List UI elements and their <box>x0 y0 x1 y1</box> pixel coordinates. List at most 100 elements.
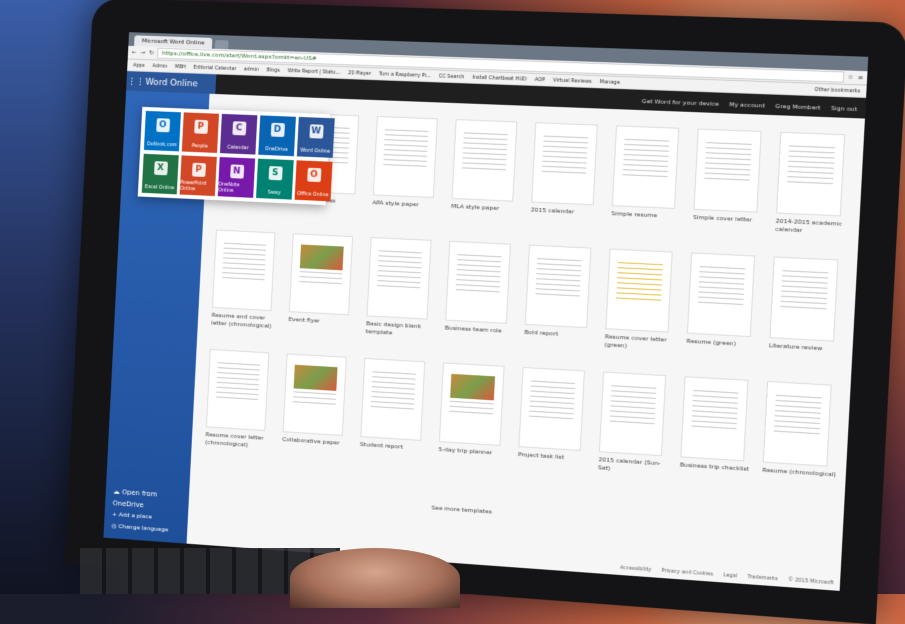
bookmark-item[interactable]: Editorial Calendar <box>193 64 236 71</box>
app-label: PowerPoint Online <box>179 179 207 192</box>
template-name: Resume and cover letter (chronological) <box>211 311 272 330</box>
forward-icon[interactable]: → <box>140 49 145 56</box>
screen: Microsoft Word Online ← → ↻ https://offi… <box>103 32 869 591</box>
bookmark-item[interactable]: admin <box>244 66 259 72</box>
template-card[interactable]: Bold report <box>524 244 602 349</box>
template-thumbnail <box>212 229 276 312</box>
template-card[interactable]: Resume and cover letter (chronological) <box>211 229 285 332</box>
app-tile[interactable]: O Office Online <box>294 159 333 201</box>
app-launcher-panel: O Outlook.com P People C Calendar D OneDrive W Wo… <box>137 106 335 206</box>
app-tile[interactable]: O Outlook.com <box>143 110 181 152</box>
footer-link[interactable]: Trademarks <box>747 574 778 582</box>
template-thumbnail <box>288 233 354 316</box>
footer-link[interactable]: Accessibility <box>620 565 652 573</box>
bookmark-item[interactable]: 20 Player <box>348 70 371 77</box>
app-tile[interactable]: N OneNote Online <box>217 156 256 198</box>
template-card[interactable]: Literature review <box>768 256 849 362</box>
footer-link[interactable]: © 2015 Microsoft <box>788 577 834 586</box>
template-thumbnail <box>693 128 762 213</box>
template-thumbnail <box>445 240 511 324</box>
get-word-link[interactable]: Get Word for your device <box>642 97 719 107</box>
template-thumbnail <box>360 357 426 441</box>
template-name: Resume (green) <box>686 337 737 348</box>
app-tile[interactable]: P PowerPoint Online <box>179 154 217 196</box>
app-icon: N <box>229 163 244 179</box>
template-name: APA style paper <box>372 199 419 209</box>
bookmark-item[interactable]: CC Search <box>439 73 465 80</box>
template-card[interactable]: Simple cover letter <box>692 128 772 234</box>
template-card[interactable]: Event flyer <box>288 233 363 335</box>
bookmark-item[interactable]: Turn a Raspberry Pi... <box>379 71 431 79</box>
app-tile[interactable]: X Excel Online <box>141 153 179 194</box>
see-more-templates[interactable]: See more templates <box>431 504 492 515</box>
template-thumbnail <box>205 348 270 432</box>
template-card[interactable]: Project task list <box>517 366 595 472</box>
template-thumbnail <box>518 366 585 452</box>
user-name[interactable]: Greg Mombert <box>775 102 821 111</box>
template-name: Student report <box>359 441 404 451</box>
other-bookmarks[interactable]: Other bookmarks <box>814 86 860 94</box>
template-thumbnail <box>438 362 505 446</box>
app-tile[interactable]: S Sway <box>256 158 294 200</box>
template-card[interactable]: Student report <box>359 357 435 462</box>
bookmark-item[interactable]: Apps <box>133 62 145 68</box>
template-thumbnail <box>524 244 592 329</box>
bookmark-item[interactable]: Virtual Reviews <box>553 77 592 84</box>
template-card[interactable]: Resume (chronological) <box>762 380 843 488</box>
template-card[interactable]: APA style paper <box>372 116 448 218</box>
app-tile[interactable]: W Word Online <box>296 116 335 158</box>
template-card[interactable]: MLA style paper <box>450 119 527 222</box>
app-label: Office Online <box>297 190 329 198</box>
footer-link[interactable]: Privacy and Cookies <box>661 568 713 578</box>
new-tab-button[interactable] <box>214 39 229 50</box>
app-label: Sway <box>267 189 281 196</box>
template-card[interactable]: Basic design blank template <box>365 236 442 340</box>
template-card[interactable]: 5-day trip planner <box>438 362 515 466</box>
template-thumbnail <box>611 125 680 209</box>
menu-icon[interactable]: ≡ <box>857 74 863 81</box>
app-launcher-icon[interactable]: ⋮⋮ <box>126 77 145 87</box>
app-label: Outlook.com <box>146 141 177 149</box>
template-thumbnail <box>680 376 749 462</box>
bookmark-item[interactable]: Write Report | Statu... <box>287 68 340 76</box>
footer-link[interactable]: Legal <box>723 572 737 579</box>
template-card[interactable]: Resume (green) <box>686 252 766 358</box>
app-tile[interactable]: D OneDrive <box>258 115 296 157</box>
app-tile[interactable]: P People <box>181 112 220 153</box>
template-name: 2015 calendar (Sun-Sat) <box>597 456 661 473</box>
app-label: Calendar <box>226 144 249 152</box>
app-tile[interactable]: C Calendar <box>219 113 258 155</box>
refresh-icon[interactable]: ↻ <box>149 49 154 56</box>
bookmark-item[interactable]: MBH <box>175 64 186 70</box>
template-thumbnail <box>776 131 846 217</box>
template-card[interactable]: Resume cover letter (chronological) <box>205 348 279 451</box>
template-card[interactable]: 2014-2015 academic calendar <box>775 131 856 238</box>
app-label: People <box>191 143 208 150</box>
template-thumbnail <box>598 371 667 457</box>
template-name: 2014-2015 academic calendar <box>775 217 843 235</box>
app-icon: O <box>155 118 170 133</box>
template-card[interactable]: Resume cover letter (green) <box>604 248 683 353</box>
bookmark-item[interactable]: Install Chartbeat HUD <box>472 74 527 82</box>
bookmark-item[interactable]: Manage <box>600 79 620 86</box>
sign-out-link[interactable]: Sign out <box>831 104 857 112</box>
back-icon[interactable]: ← <box>132 49 137 56</box>
template-card[interactable]: Business trip checklist <box>679 376 759 482</box>
template-thumbnail <box>372 116 438 199</box>
app-label: Excel Online <box>144 183 175 191</box>
bookmark-item[interactable]: Blogs <box>267 67 280 73</box>
bookmark-item[interactable]: AOP <box>534 76 545 82</box>
template-name: Basic design blank template <box>365 320 422 337</box>
template-name: Bold report <box>524 328 559 338</box>
star-icon[interactable]: ☆ <box>848 74 854 81</box>
template-card[interactable]: 2015 calendar <box>530 122 608 226</box>
template-card[interactable]: 2015 calendar (Sun-Sat) <box>597 371 677 478</box>
template-thumbnail <box>451 119 518 202</box>
my-account-link[interactable]: My account <box>729 101 765 109</box>
app-icon: O <box>306 167 321 182</box>
template-card[interactable]: Collaborative paper <box>282 353 357 456</box>
template-name: Literature review <box>768 342 823 353</box>
template-card[interactable]: Business team role <box>444 240 521 345</box>
bookmark-item[interactable]: Admin <box>152 63 167 69</box>
template-card[interactable]: Simple resume <box>611 125 690 229</box>
